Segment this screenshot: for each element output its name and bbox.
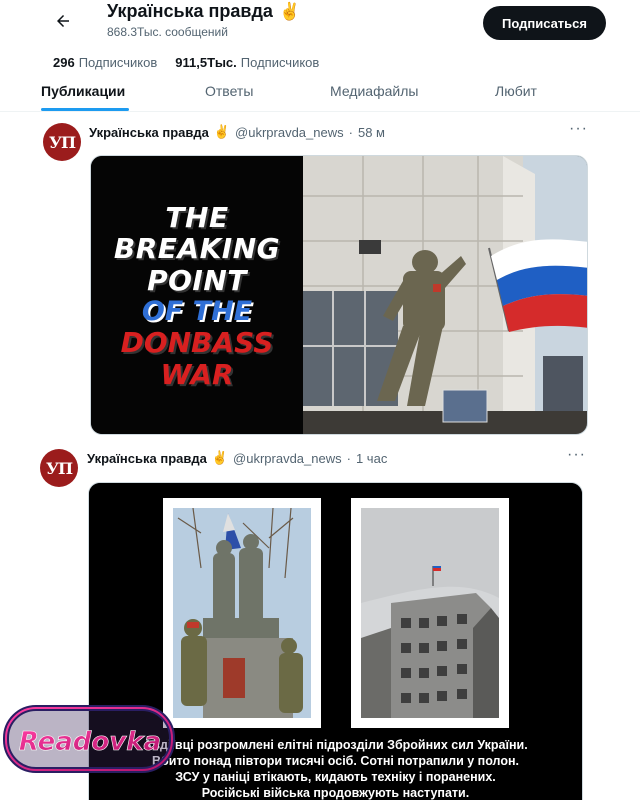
- account-name: Українська правда ✌️: [107, 1, 300, 22]
- headline-line: THE: [165, 200, 229, 234]
- author-handle[interactable]: @ukrpravda_news: [235, 125, 344, 140]
- arrow-left-icon: [57, 15, 69, 27]
- avatar[interactable]: УП: [40, 449, 78, 487]
- watermark-text: Readovka: [19, 727, 161, 757]
- victory-hand-emoji: ✌️: [211, 450, 229, 465]
- profile-stats: 296 Подписчиков 911,5Тыс. Подписчиков: [53, 55, 319, 70]
- headline-line: DONBASS: [120, 326, 274, 360]
- headline-line: BREAKING: [113, 232, 281, 266]
- tab-posts[interactable]: Публикации: [41, 83, 125, 99]
- ruined-building-photo: [361, 508, 499, 718]
- posts-count: 868.3Тыс. сообщений: [107, 25, 228, 39]
- caption-line: Російські війська продовжують наступати.: [201, 786, 470, 800]
- photo-card-building: [351, 498, 509, 728]
- post-1[interactable]: УП Українська правда ✌️ @ukrpravda_news …: [0, 112, 640, 448]
- headline-graphic: THE BREAKING POINT OF THE DONBASS WAR: [91, 156, 303, 434]
- victory-hand-emoji: ✌️: [278, 1, 301, 21]
- following-link[interactable]: 296 Подписчиков: [53, 55, 157, 70]
- separator: ·: [348, 124, 353, 140]
- headline-line: WAR: [160, 357, 234, 391]
- followers-link[interactable]: 911,5Тыс. Подписчиков: [175, 55, 319, 70]
- more-options-icon[interactable]: ···: [567, 446, 586, 464]
- separator: ·: [346, 450, 351, 466]
- profile-header: Українська правда ✌️ 868.3Тыс. сообщений…: [0, 0, 640, 48]
- post-image[interactable]: THE BREAKING POINT OF THE DONBASS WAR: [90, 155, 588, 435]
- monument-photo: [173, 507, 311, 718]
- profile-tabs: Публикации Ответы Медиафайлы Любит: [0, 78, 640, 112]
- back-button[interactable]: [50, 8, 76, 34]
- account-name-text: Українська правда: [107, 1, 273, 21]
- author-name[interactable]: Українська правда: [87, 451, 207, 466]
- post-time[interactable]: 1 час: [356, 451, 387, 466]
- avatar[interactable]: УП: [43, 123, 81, 161]
- post-header: Українська правда ✌️ @ukrpravda_news · 5…: [89, 124, 385, 140]
- headline-line: OF THE: [141, 295, 253, 327]
- author-handle[interactable]: @ukrpravda_news: [233, 451, 342, 466]
- photo-illustration: [303, 156, 587, 434]
- headline-line: POINT: [147, 263, 247, 297]
- post-header: Українська правда ✌️ @ukrpravda_news · 1…: [87, 450, 387, 466]
- soldier-flag-photo: [303, 156, 587, 434]
- author-name[interactable]: Українська правда: [89, 125, 209, 140]
- post-time[interactable]: 58 м: [358, 125, 385, 140]
- tab-media[interactable]: Медиафайлы: [330, 83, 418, 99]
- active-tab-indicator: [41, 108, 129, 111]
- victory-hand-emoji: ✌️: [213, 124, 231, 139]
- subscribe-button[interactable]: Подписаться: [483, 6, 606, 40]
- tab-likes[interactable]: Любит: [495, 83, 537, 99]
- readovka-watermark: Readovka: [3, 705, 175, 773]
- photo-card-monument: [163, 498, 321, 728]
- tab-replies[interactable]: Ответы: [205, 83, 253, 99]
- more-options-icon[interactable]: ···: [569, 120, 588, 138]
